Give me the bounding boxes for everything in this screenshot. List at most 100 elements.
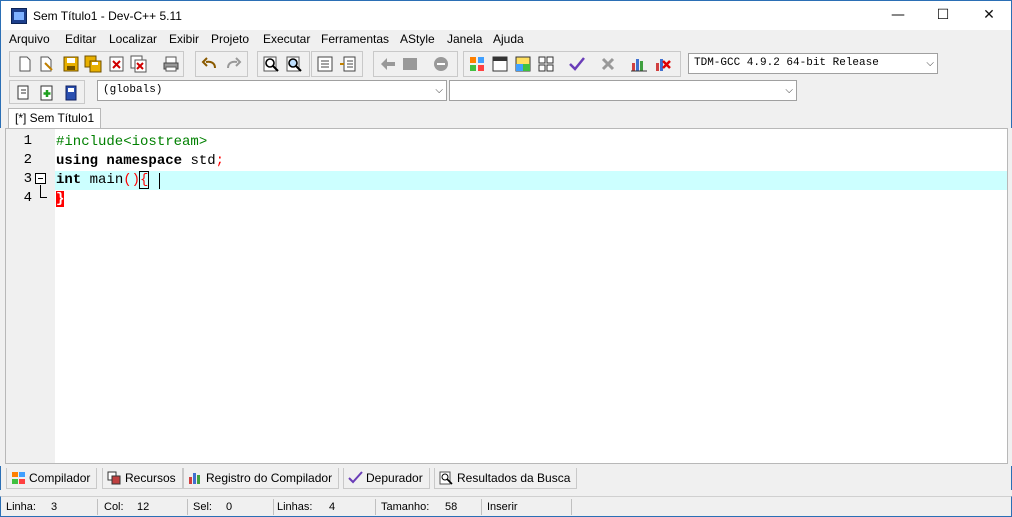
new-file-icon[interactable] <box>16 55 34 73</box>
indent-icon[interactable] <box>316 55 334 73</box>
chevron-down-icon: ⌵ <box>435 85 443 96</box>
fold-end <box>40 197 47 198</box>
preprocessor-directive: #include<iostream> <box>56 134 208 150</box>
layout-icon[interactable] <box>537 55 555 73</box>
delete-chart-icon[interactable] <box>654 55 672 73</box>
project-toolbar <box>9 80 85 104</box>
open-brace: { <box>138 171 150 189</box>
print-icon[interactable] <box>162 55 180 73</box>
code-line-2: using namespace std; <box>56 152 224 171</box>
goto-forward-icon[interactable] <box>401 55 419 73</box>
scope-select-value: (globals) <box>103 84 163 96</box>
close-button[interactable]: ✕ <box>966 1 1012 30</box>
find-icon <box>439 471 453 485</box>
undo-icon[interactable] <box>201 55 219 73</box>
menu-ajuda[interactable]: Ajuda <box>493 32 524 46</box>
menu-editar[interactable]: Editar <box>65 32 96 46</box>
secondary-toolbar: (globals) ⌵ ⌵ <box>0 78 1012 106</box>
menu-ferramentas[interactable]: Ferramentas <box>321 32 389 46</box>
status-line-value: 3 <box>51 501 58 513</box>
line-number: 4 <box>23 190 32 206</box>
close-all-icon[interactable] <box>130 55 148 73</box>
line-number: 1 <box>23 133 32 149</box>
new-class-icon[interactable] <box>15 84 33 102</box>
code-line-1: #include<iostream> <box>56 133 207 152</box>
status-divider <box>481 499 482 515</box>
tab-recursos[interactable]: Recursos <box>102 468 183 489</box>
menu-executar[interactable]: Executar <box>263 32 310 46</box>
tab-label: Compilador <box>29 471 91 485</box>
line-number: 2 <box>23 152 32 168</box>
code-editor[interactable]: 1 2 3 4 #include<iostream> using namespa… <box>5 128 1008 464</box>
code-line-4: } <box>56 190 65 209</box>
tiles-icon[interactable] <box>514 55 532 73</box>
status-lines-label: Linhas: <box>277 501 313 513</box>
status-divider <box>273 499 274 515</box>
keyword-int: int <box>56 172 82 188</box>
menu-exibir[interactable]: Exibir <box>169 32 199 46</box>
add-file-icon[interactable] <box>38 84 56 102</box>
find-icon[interactable] <box>262 55 280 73</box>
tab-compilador[interactable]: Compilador <box>6 468 98 489</box>
menu-astyle[interactable]: AStyle <box>400 32 435 46</box>
file-toolbar <box>9 51 184 77</box>
check-icon <box>348 471 363 484</box>
fold-collapse-icon[interactable] <box>35 173 46 184</box>
menu-arquivo[interactable]: Arquivo <box>9 32 50 46</box>
chart-icon <box>189 473 200 484</box>
tab-resultados-da-busca[interactable]: Resultados da Busca <box>434 468 578 489</box>
tab-sem-titulo1[interactable]: [*] Sem Título1 <box>8 108 102 128</box>
semicolon: ; <box>215 153 225 169</box>
scope-select[interactable]: (globals) ⌵ <box>97 80 447 101</box>
close-brace: } <box>56 191 65 207</box>
save-all-icon[interactable] <box>84 55 102 73</box>
search-toolbar <box>257 51 310 77</box>
goto-line-icon[interactable] <box>432 55 450 73</box>
resources-icon <box>107 471 121 485</box>
text-caret <box>159 173 160 189</box>
fold-line <box>40 185 41 197</box>
minimize-button[interactable]: — <box>875 1 921 30</box>
compiler-select[interactable]: TDM-GCC 4.9.2 64-bit Release ⌵ <box>688 53 938 74</box>
open-file-icon[interactable] <box>38 55 56 73</box>
parentheses: () <box>123 172 141 188</box>
close-file-icon[interactable] <box>108 55 126 73</box>
status-divider <box>97 499 98 515</box>
status-lines-value: 4 <box>329 501 336 513</box>
tab-depurador[interactable]: Depurador <box>343 468 430 489</box>
status-sel-label: Sel: <box>193 501 212 513</box>
goto-back-icon[interactable] <box>379 55 397 73</box>
save-icon[interactable] <box>62 55 80 73</box>
check-icon[interactable] <box>568 55 586 73</box>
window-icon[interactable] <box>491 55 509 73</box>
unindent-icon[interactable] <box>339 55 357 73</box>
menu-janela[interactable]: Janela <box>447 32 482 46</box>
tab-label: Recursos <box>125 471 176 485</box>
project-options-icon[interactable] <box>62 84 80 102</box>
status-divider <box>571 499 572 515</box>
bookmark-toolbar <box>373 51 458 77</box>
grid-icon[interactable] <box>468 55 486 73</box>
undo-redo-toolbar <box>195 51 248 77</box>
maximize-button[interactable]: ☐ <box>920 1 966 30</box>
chart-icon[interactable] <box>630 55 648 73</box>
keyword-using: using <box>56 153 99 169</box>
redo-icon[interactable] <box>224 55 242 73</box>
identifier-std: std <box>182 153 216 169</box>
status-line-label: Linha: <box>6 501 36 513</box>
menu-projeto[interactable]: Projeto <box>211 32 249 46</box>
menu-localizar[interactable]: Localizar <box>109 32 157 46</box>
main-toolbar: TDM-GCC 4.9.2 64-bit Release ⌵ <box>0 49 1012 78</box>
line-number-gutter: 1 2 3 4 <box>6 129 55 463</box>
menu-bar: Arquivo Editar Localizar Exibir Projeto … <box>0 30 1012 49</box>
replace-icon[interactable] <box>285 55 303 73</box>
stop-icon[interactable] <box>599 55 617 73</box>
code-line-3: int main(){ <box>56 171 150 190</box>
status-mode: Inserir <box>487 501 518 513</box>
status-divider <box>375 499 376 515</box>
status-col-value: 12 <box>137 501 150 513</box>
bottom-panel-tabs: Compilador Recursos Registro do Compilad… <box>0 466 1012 490</box>
tab-label: Resultados da Busca <box>457 471 571 485</box>
tab-registro-do-compilador[interactable]: Registro do Compilador <box>183 468 340 489</box>
member-select[interactable]: ⌵ <box>449 80 797 101</box>
